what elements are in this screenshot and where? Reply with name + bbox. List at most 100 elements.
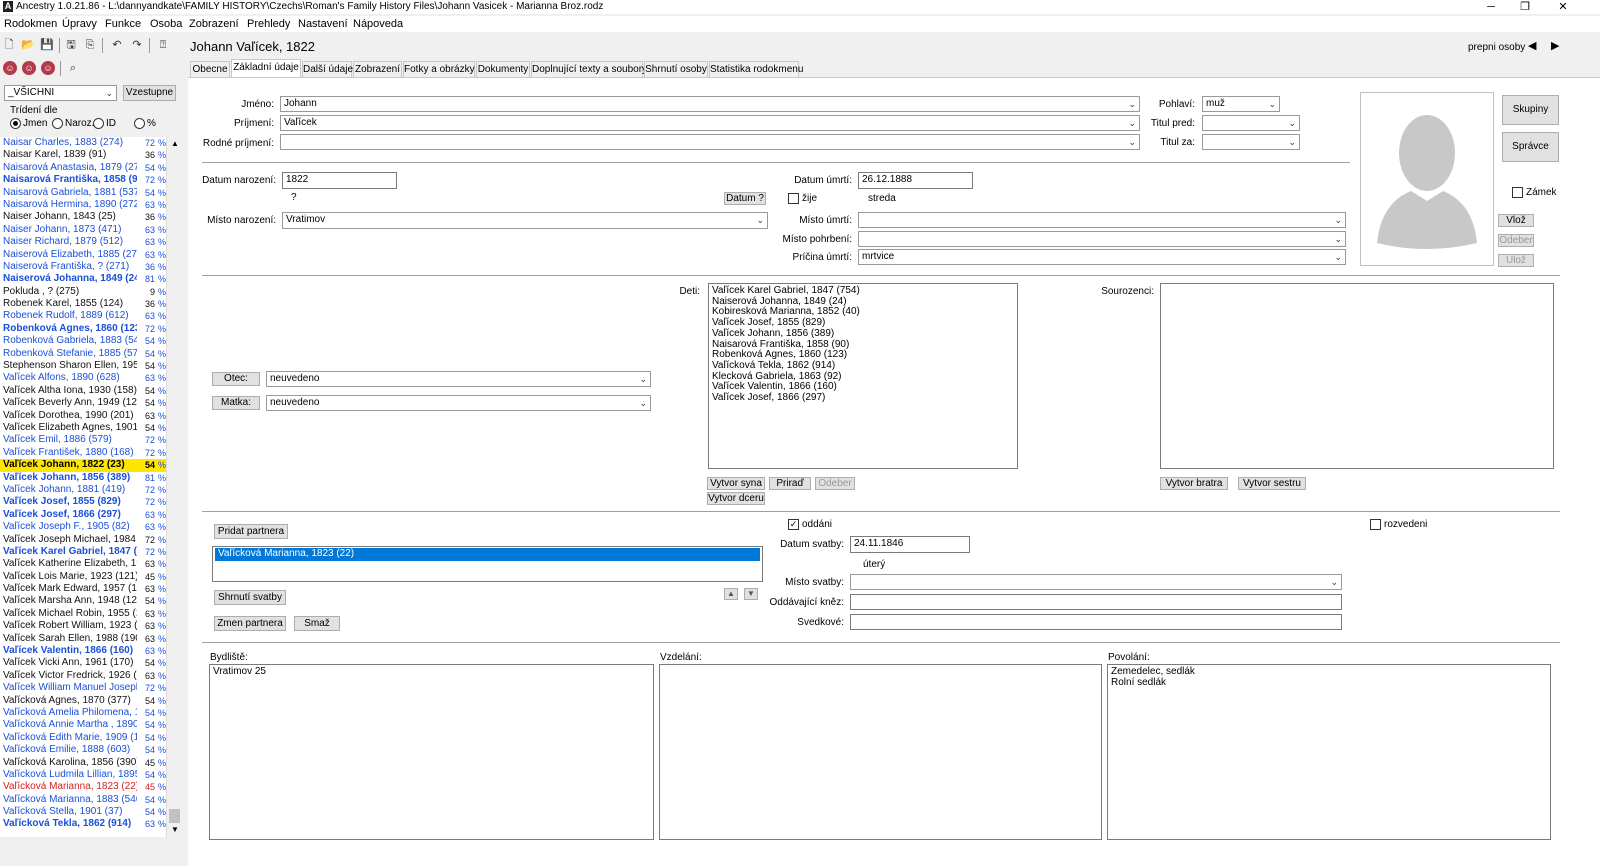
tab-dokumenty[interactable]: Dokumenty <box>476 61 530 77</box>
person-list-item[interactable]: Vaľícek Elizabeth Agnes, 1901 (1 54% <box>0 422 166 434</box>
title-before-dropdown[interactable]: ⌄ <box>1202 115 1300 131</box>
make-brother-button[interactable]: Vytvor bratra <box>1160 477 1228 490</box>
person-photo[interactable] <box>1360 92 1494 266</box>
wedding-place-field[interactable]: ⌄ <box>850 574 1342 590</box>
sort-direction-button[interactable]: Vzestupne <box>123 85 176 101</box>
children-list[interactable]: Vaľícek Karel Gabriel, 1847 (754) Naisero… <box>708 283 1018 469</box>
new-file-icon[interactable]: 🗋 <box>2 38 16 52</box>
menu-napoveda[interactable]: Nápoveda <box>353 16 403 32</box>
sort-by-percent-radio[interactable] <box>134 118 145 129</box>
person-list-item[interactable]: Robenková Stefanie, 1885 (574) 54% <box>0 348 166 360</box>
scroll-down-icon[interactable]: ▼ <box>167 823 183 837</box>
tab-obecne[interactable]: Obecne <box>190 61 230 77</box>
person-list-item[interactable]: Vaľícek William Manuel Joseph, 1 72% <box>0 682 166 694</box>
person-list-item[interactable]: Naiserová Františka, ? (271) 36% <box>0 261 166 273</box>
tab-zakladni-udaje[interactable]: Základní údaje <box>231 59 301 77</box>
menu-rodokmen[interactable]: Rodokmen <box>4 16 57 32</box>
birth-date-input[interactable]: 1822 <box>282 172 397 189</box>
person-list-item[interactable]: Vaľícek Vicki Ann, 1961 (170) 54% <box>0 657 166 669</box>
save-photo-button[interactable]: Ulož <box>1498 254 1534 267</box>
menu-funkce[interactable]: Funkce <box>105 16 141 32</box>
person-list-item[interactable]: Vaľícek Beverly Ann, 1949 (126) 54% <box>0 397 166 409</box>
sex-dropdown[interactable]: muž ⌄ <box>1202 96 1280 112</box>
first-name-field[interactable]: Johann ⌄ <box>280 96 1140 112</box>
minimize-button[interactable]: ─ <box>1476 0 1506 14</box>
person-list-item[interactable]: Vaľícková Tekla, 1862 (914) 63% <box>0 818 166 830</box>
person-list-item[interactable]: Vaľícková Amelia Philomena, 189 54% <box>0 707 166 719</box>
birth-date-button[interactable]: Datum ? <box>724 192 766 205</box>
tab-zobrazeni[interactable]: Zobrazení <box>353 61 402 77</box>
wedding-summary-button[interactable]: Shrnutí svatby <box>214 590 286 605</box>
filter-dropdown[interactable]: _VŠICHNI ⌄ <box>4 85 117 101</box>
person-list[interactable]: Naisar Charles, 1883 (274) 72% Naisar Kare… <box>0 137 166 837</box>
save-icon[interactable]: 💾 <box>40 38 54 52</box>
person-list-item[interactable]: Vaľícková Edith Marie, 1909 (102 54% <box>0 732 166 744</box>
person-list-item[interactable]: Vaľícek Joseph Michael, 1984 (1 72% <box>0 534 166 546</box>
delete-partner-button[interactable]: Smaž <box>294 616 340 631</box>
person-list-item[interactable]: Naiserová Elizabeth, 1885 (270) 63% <box>0 249 166 261</box>
married-checkbox[interactable]: ✓ <box>788 519 799 530</box>
person-list-item[interactable]: Vaľícek Johann, 1822 (23) 54% <box>0 459 166 472</box>
groups-button[interactable]: Skupiny <box>1502 95 1559 125</box>
redo-icon[interactable]: ↷ <box>130 38 144 52</box>
death-place-field[interactable]: ⌄ <box>858 212 1346 228</box>
make-sister-button[interactable]: Vytvor sestru <box>1238 477 1306 490</box>
residence-textarea[interactable]: Vratimov 25 <box>209 664 654 840</box>
undo-icon[interactable]: ↶ <box>110 38 124 52</box>
person-list-item[interactable]: Vaľícek Johann, 1856 (389) 81% <box>0 472 166 484</box>
person-list-item[interactable]: Vaľícek Karel Gabriel, 1847 (754) 72% <box>0 546 166 558</box>
mother-button[interactable]: Matka: <box>212 396 260 410</box>
person-list-item[interactable]: Naisar Karel, 1839 (91) 36% <box>0 149 166 161</box>
close-button[interactable]: ✕ <box>1548 0 1578 14</box>
scroll-up-icon[interactable]: ▲ <box>167 137 183 151</box>
person-list-item[interactable]: Vaľícková Annie Martha , 1890 (1 54% <box>0 719 166 731</box>
menu-zobrazeni[interactable]: Zobrazení <box>189 16 239 32</box>
siblings-list[interactable] <box>1160 283 1554 469</box>
person-list-item[interactable]: Robenek Rudolf, 1889 (612) 63% <box>0 310 166 322</box>
person-list-item[interactable]: Vaľícek Joseph F., 1905 (82) 63% <box>0 521 166 533</box>
person-list-item[interactable]: Vaľícek Josef, 1866 (297) 63% <box>0 509 166 521</box>
wedding-date-input[interactable]: 24.11.1846 <box>850 536 970 553</box>
person-list-item[interactable]: Naiserová Johanna, 1849 (24) 81% <box>0 273 166 285</box>
person-list-item[interactable]: Vaľícek Robert William, 1923 (11 63% <box>0 620 166 632</box>
tab-fotky[interactable]: Fotky a obrázky <box>403 61 475 77</box>
sort-by-id-radio[interactable] <box>93 118 104 129</box>
menu-prehledy[interactable]: Prehledy <box>247 16 290 32</box>
person-list-item[interactable]: Naisarová Anastasia, 1879 (273) 54% <box>0 162 166 174</box>
menu-upravy[interactable]: Úpravy <box>62 16 97 32</box>
admin-button[interactable]: Správce <box>1502 132 1559 162</box>
education-textarea[interactable] <box>659 664 1102 840</box>
binoculars-icon[interactable]: ⌕ <box>66 61 80 75</box>
person-list-item[interactable]: Robenek Karel, 1855 (124) 36% <box>0 298 166 310</box>
person-list-item[interactable]: Robenková Gabriela, 1883 (547) 54% <box>0 335 166 347</box>
person-list-scrollbar[interactable]: ▲ ▼ <box>166 137 182 837</box>
save-all-icon[interactable]: 🖫 <box>64 38 78 52</box>
person-list-item[interactable]: Pokluda , ? (275) 9% <box>0 286 166 298</box>
person-list-item[interactable]: Vaľícek František, 1880 (168) 72% <box>0 447 166 459</box>
tab-doplnujici-texty[interactable]: Doplnující texty a soubory <box>531 61 647 77</box>
person-list-item[interactable]: Vaľícková Stella, 1901 (37) 54% <box>0 806 166 818</box>
person-list-item[interactable]: Vaľícek Emil, 1886 (579) 72% <box>0 434 166 446</box>
export-icon[interactable]: ⎘ <box>83 38 97 52</box>
title-after-dropdown[interactable]: ⌄ <box>1202 134 1300 150</box>
person-list-item[interactable]: Vaľícková Karolina, 1856 (390) 45% <box>0 757 166 769</box>
priest-input[interactable] <box>850 594 1342 610</box>
unknown-face-icon[interactable]: ☺ <box>41 61 55 75</box>
add-partner-button[interactable]: Pridat partnera <box>214 524 288 539</box>
remove-photo-button[interactable]: Odeber <box>1498 234 1534 247</box>
tab-shrnuti-osoby[interactable]: Shrnutí osoby <box>644 61 708 77</box>
person-list-item[interactable]: Stephenson Sharon Ellen, 1959 (1 54% <box>0 360 166 372</box>
female-face-icon[interactable]: ☺ <box>22 61 36 75</box>
partner-list[interactable]: Vaľícková Marianna, 1823 (22) <box>212 546 763 582</box>
person-list-item[interactable]: Vaľícková Marianna, 1823 (22) 45% <box>0 781 166 793</box>
male-face-icon[interactable]: ☺ <box>3 61 17 75</box>
sort-by-birth-radio[interactable] <box>52 118 63 129</box>
surname-field[interactable]: Vaľícek ⌄ <box>280 115 1140 131</box>
lock-checkbox[interactable] <box>1512 187 1523 198</box>
person-list-item[interactable]: Vaľícek Michael Robin, 1955 (15 63% <box>0 608 166 620</box>
make-daughter-button[interactable]: Vytvor dceru <box>707 492 765 505</box>
alive-checkbox[interactable] <box>788 193 799 204</box>
birth-surname-field[interactable]: ⌄ <box>280 134 1140 150</box>
person-list-item[interactable]: Vaľícek Mark Edward, 1957 (169) 63% <box>0 583 166 595</box>
death-cause-field[interactable]: mrtvice ⌄ <box>858 249 1346 265</box>
